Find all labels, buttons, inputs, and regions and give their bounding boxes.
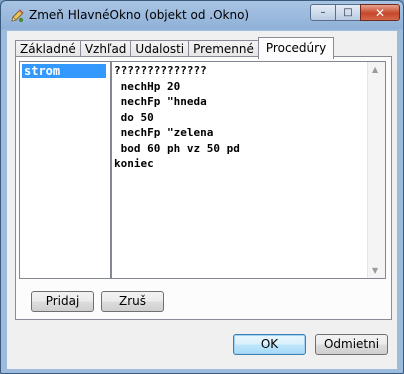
up-arrow-icon[interactable]: ▲ — [372, 65, 378, 74]
dialog-client-area: Základné Vzhľad Udalosti Premenné Proced… — [7, 31, 397, 369]
tab-procedures[interactable]: Procedúry — [257, 37, 335, 59]
add-procedure-button[interactable]: Pridaj — [31, 291, 94, 312]
code-line: nechFp "zelena — [114, 126, 214, 139]
code-line: koniec — [114, 157, 154, 170]
title-bar[interactable]: Zmeň HlavnéOkno (objekt od .Okno) – □ ✕ — [1, 1, 403, 31]
procedures-panel: strom ?????????????? nechHp 20 nechFp "h… — [15, 56, 392, 320]
code-line: ?????????????? — [114, 64, 207, 77]
dialog-window: Zmeň HlavnéOkno (objekt od .Okno) – □ ✕ … — [0, 0, 404, 374]
code-line: nechHp 20 — [114, 79, 181, 93]
minimize-button[interactable]: – — [310, 4, 336, 21]
ok-button[interactable]: OK — [233, 334, 306, 355]
cancel-button[interactable]: Odmietni — [315, 334, 388, 355]
minimize-icon: – — [320, 7, 326, 18]
maximize-button[interactable]: □ — [335, 4, 361, 21]
down-arrow-icon[interactable]: ▼ — [372, 266, 378, 275]
code-line: do 50 — [114, 110, 154, 124]
tab-strip: Základné Vzhľad Udalosti Premenné Proced… — [15, 37, 335, 59]
remove-procedure-button[interactable]: Zruš — [101, 291, 164, 312]
close-button[interactable]: ✕ — [360, 4, 400, 21]
code-text[interactable]: ?????????????? nechHp 20 nechFp "hneda d… — [114, 63, 364, 172]
vertical-scrollbar[interactable]: ▲ ▼ — [367, 62, 385, 278]
close-icon: ✕ — [374, 5, 386, 20]
pencil-icon — [11, 9, 24, 23]
procedure-list[interactable]: strom — [19, 61, 111, 279]
procedure-code-editor[interactable]: ?????????????? nechHp 20 nechFp "hneda d… — [111, 61, 386, 279]
window-title: Zmeň HlavnéOkno (objekt od .Okno) — [29, 8, 250, 22]
code-line: bod 60 ph vz 50 pd — [114, 141, 240, 155]
maximize-icon: □ — [343, 7, 353, 18]
procedure-item-strom[interactable]: strom — [22, 64, 106, 78]
code-line: nechFp "hneda — [114, 95, 207, 108]
